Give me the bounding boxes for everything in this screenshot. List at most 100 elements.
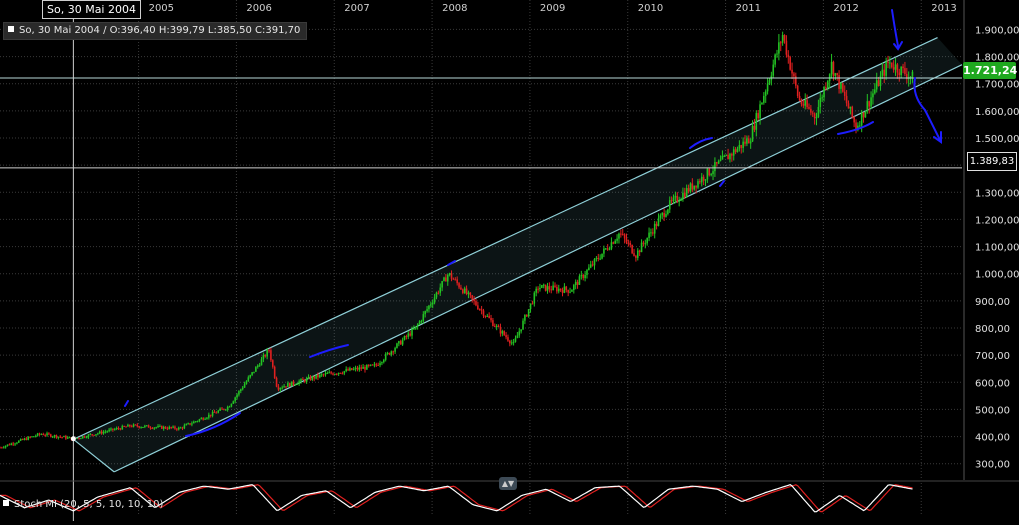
ohlc-text: So, 30 Mai 2004 / O:396,40 H:399,79 L:38…: [19, 25, 301, 36]
candle: [290, 381, 293, 387]
crosshair-price-tag: 1.389,83: [967, 152, 1017, 171]
candle: [573, 283, 575, 294]
candle: [351, 367, 353, 371]
candle-body: [890, 62, 893, 68]
candle-body: [14, 443, 16, 445]
candle-body: [874, 89, 876, 94]
y-tick-label: 1.600,00: [975, 107, 1019, 118]
chart-area[interactable]: 300,00 400,00 500,00 600,00 700,00 800,00 900,…: [0, 0, 1019, 521]
candle: [653, 220, 656, 239]
candle: [580, 270, 583, 280]
candle-body: [87, 434, 90, 438]
candle-body: [373, 364, 376, 366]
candle-body: [657, 218, 660, 226]
candle: [347, 367, 349, 371]
ohlc-info-bar: So, 30 Mai 2004 / O:396,40 H:399,79 L:38…: [3, 22, 308, 40]
candle-body: [168, 426, 171, 429]
candle-body: [586, 270, 588, 275]
candle: [66, 435, 69, 440]
candle: [789, 55, 791, 71]
candle-body: [680, 199, 682, 201]
candle-body: [563, 286, 566, 293]
candle-body: [258, 365, 261, 367]
candle: [492, 317, 494, 327]
candle-body: [431, 302, 434, 305]
candle: [409, 330, 411, 337]
candle: [516, 331, 519, 339]
candle: [779, 40, 782, 52]
candle-body: [753, 125, 756, 130]
candle: [68, 436, 71, 439]
candle-body: [525, 315, 528, 317]
y-tick-label: 800,00: [975, 324, 1010, 335]
candle-body: [240, 389, 242, 392]
candle: [38, 432, 41, 436]
panel-splitter-handle[interactable]: ▲▼: [499, 477, 517, 490]
candle: [0, 446, 1, 449]
candle: [366, 364, 368, 370]
candle-body: [181, 427, 184, 429]
candle-body: [49, 434, 52, 437]
y-tick-label: 600,00: [975, 378, 1010, 389]
candle: [855, 119, 857, 134]
candle-body: [413, 328, 415, 330]
candle: [379, 360, 381, 368]
candle-body: [542, 284, 545, 286]
candle-body: [749, 141, 752, 144]
candle-body: [851, 106, 854, 118]
candle: [851, 105, 854, 119]
candle-body: [81, 436, 84, 439]
candle-body: [403, 336, 406, 340]
candle-body: [516, 335, 519, 339]
candle-body: [136, 424, 139, 427]
candle-body: [334, 373, 336, 375]
candle-body: [384, 353, 387, 360]
candle-body: [213, 411, 216, 413]
candle-body: [697, 181, 699, 188]
candle-body: [550, 289, 553, 291]
candle-body: [61, 436, 63, 438]
candle-body: [12, 443, 14, 445]
candle-body: [230, 403, 233, 407]
candle-body: [623, 234, 626, 239]
candle-body: [872, 93, 874, 98]
y-tick-label: 1.500,00: [975, 134, 1019, 145]
candle-body: [715, 162, 718, 164]
candle-body: [454, 279, 457, 281]
candle-body: [650, 232, 652, 234]
candle: [621, 228, 624, 236]
y-tick-label: 1.100,00: [975, 243, 1019, 254]
candle-body: [140, 427, 142, 429]
y-tick-label: 1.000,00: [975, 270, 1019, 281]
candle-body: [471, 295, 474, 299]
candle-body: [682, 192, 684, 200]
candle: [36, 432, 39, 437]
candle: [335, 373, 338, 376]
candle-body: [601, 253, 603, 259]
candle-body: [125, 426, 127, 428]
candle: [414, 326, 417, 330]
candle-body: [456, 279, 458, 284]
candle-body: [667, 209, 669, 214]
candle-body: [616, 238, 618, 241]
price-chart-svg[interactable]: 300,00 400,00 500,00 600,00 700,00 800,00 900,…: [0, 0, 1019, 521]
candle-body: [488, 315, 490, 319]
candle-body: [68, 437, 71, 439]
candle-body: [211, 411, 214, 416]
candle: [324, 370, 327, 377]
candle-body: [36, 433, 39, 436]
candle-body: [514, 338, 517, 342]
candle-body: [608, 248, 611, 250]
candle-body: [896, 64, 899, 73]
candle-body: [48, 433, 50, 435]
candle: [33, 436, 35, 438]
candle: [595, 256, 598, 262]
candle-body: [219, 408, 221, 411]
candle-body: [796, 85, 799, 97]
candle-body: [221, 408, 223, 410]
candle-body: [591, 264, 594, 266]
candle: [42, 432, 45, 436]
candle-body: [392, 351, 395, 353]
candle: [16, 441, 18, 445]
candle-body: [877, 80, 880, 87]
